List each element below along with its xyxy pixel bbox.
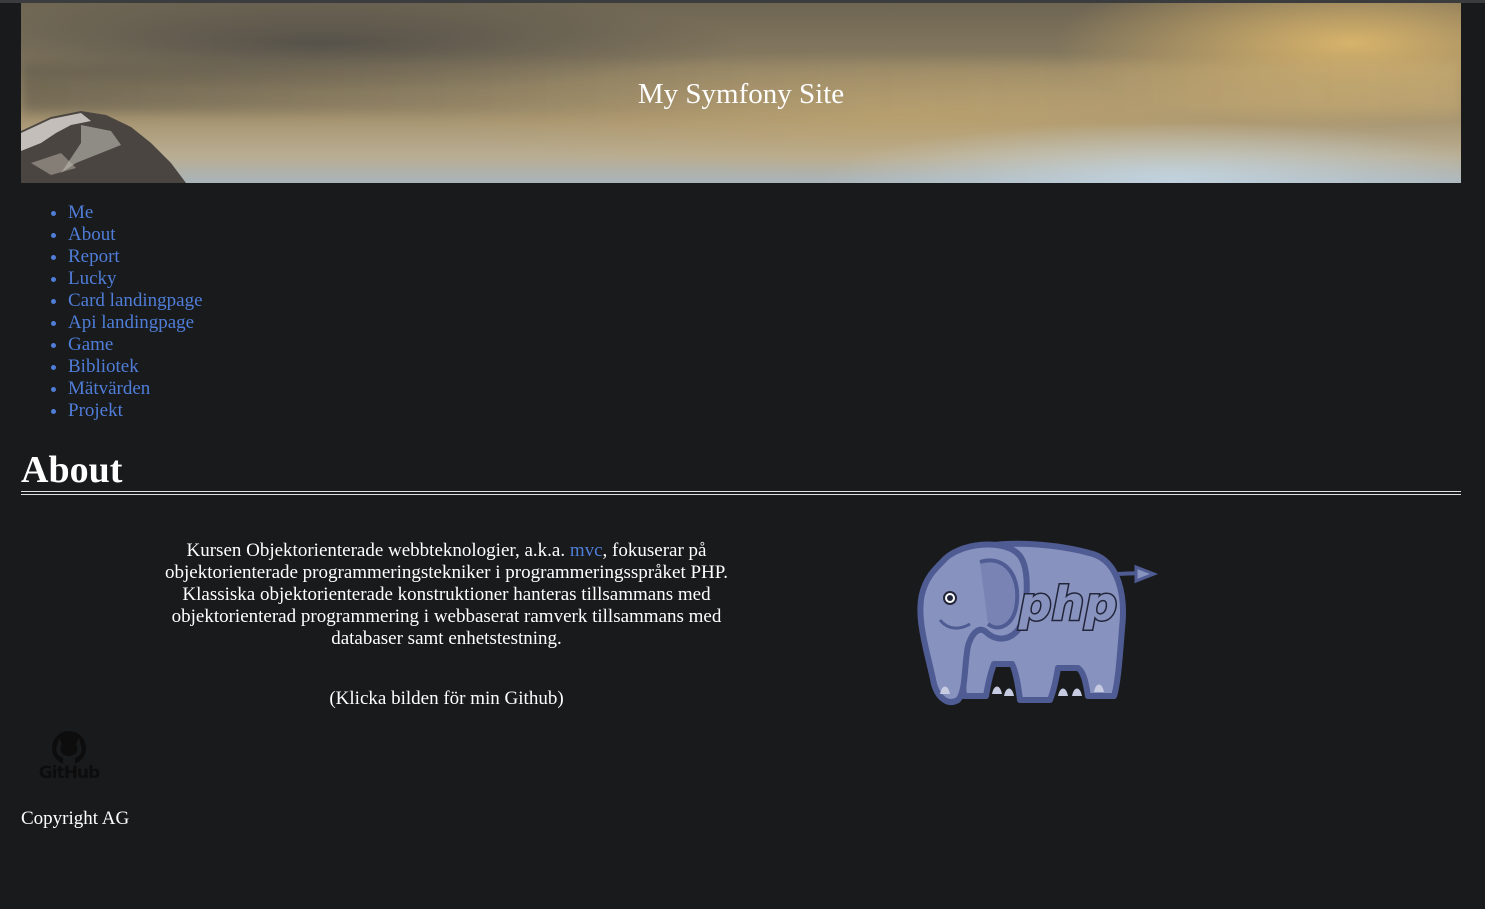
nav-link-report[interactable]: Report (68, 246, 120, 267)
nav-item-game: Game (68, 334, 203, 356)
nav-item-card-landingpage: Card landingpage (68, 290, 203, 312)
nav-item-api-landingpage: Api landingpage (68, 312, 203, 334)
nav-item-projekt: Projekt (68, 400, 203, 422)
nav-link-lucky[interactable]: Lucky (68, 268, 117, 289)
site-banner: My Symfony Site (21, 3, 1461, 183)
nav-item-about: About (68, 224, 203, 246)
github-hint: (Klicka bilden för min Github) (329, 688, 564, 709)
nav-link-projekt[interactable]: Projekt (68, 400, 123, 421)
footer-copyright: Copyright AG (21, 808, 130, 829)
php-elephant-icon: php (917, 540, 1159, 705)
nav-link-api-landingpage[interactable]: Api landingpage (68, 312, 194, 333)
nav-link-about[interactable]: About (68, 224, 116, 245)
page-title: About (21, 449, 123, 491)
site-title[interactable]: My Symfony Site (21, 77, 1461, 111)
nav-item-matvarden: Mätvärden (68, 378, 203, 400)
nav-link-matvarden[interactable]: Mätvärden (68, 378, 150, 399)
php-logo-text: php (1018, 577, 1118, 631)
nav-item-report: Report (68, 246, 203, 268)
title-divider (21, 491, 1461, 495)
main-navigation: Me About Report Lucky Card landingpage A… (0, 202, 203, 422)
mvc-link[interactable]: mvc (570, 540, 603, 561)
nav-link-bibliotek[interactable]: Bibliotek (68, 356, 139, 377)
nav-item-bibliotek: Bibliotek (68, 356, 203, 378)
nav-link-card-landingpage[interactable]: Card landingpage (68, 290, 203, 311)
intro-text-start: Kursen Objektorienterade webbteknologier… (186, 540, 570, 561)
nav-link-me[interactable]: Me (68, 202, 93, 223)
github-octocat-icon (52, 731, 86, 765)
course-description: Kursen Objektorienterade webbteknologier… (164, 540, 729, 650)
nav-link-game[interactable]: Game (68, 334, 113, 355)
nav-item-me: Me (68, 202, 203, 224)
nav-item-lucky: Lucky (68, 268, 203, 290)
github-wordmark[interactable]: GitHub (37, 763, 101, 783)
